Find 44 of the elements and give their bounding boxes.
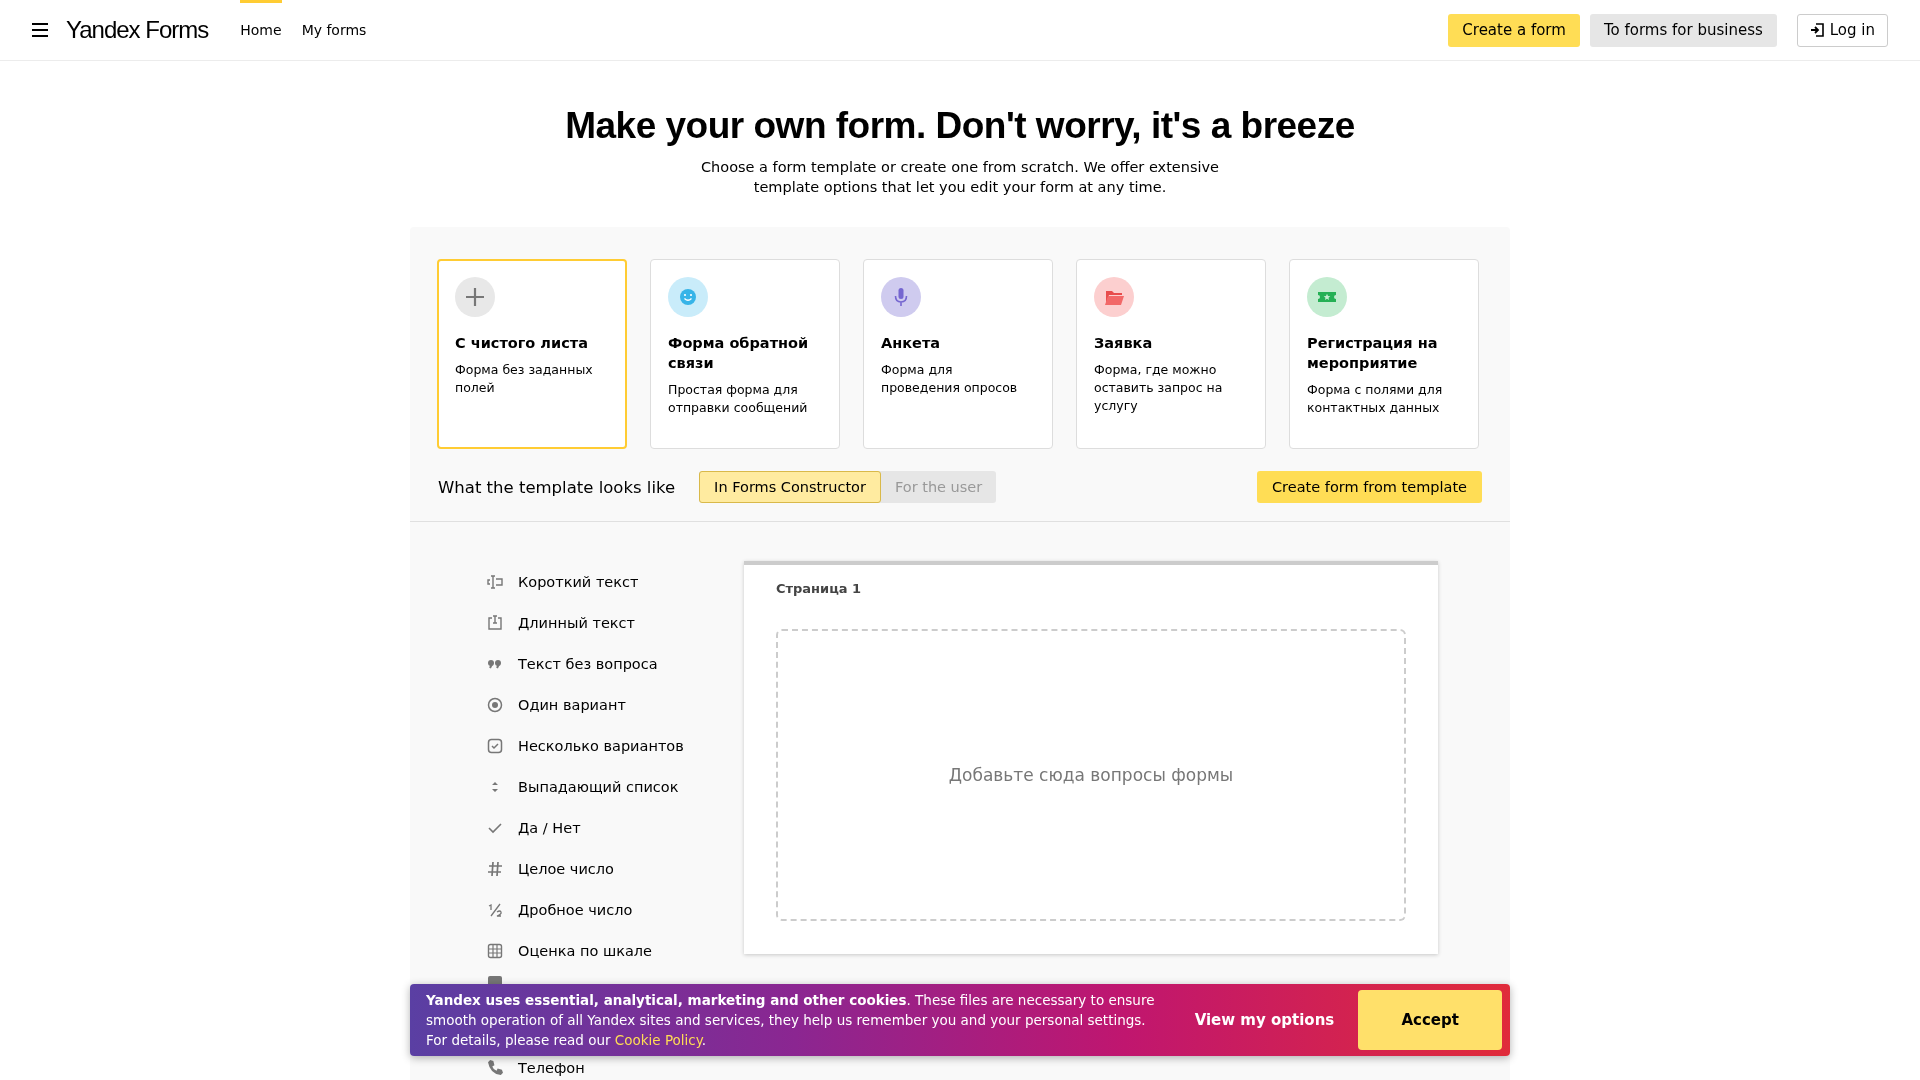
business-forms-button[interactable]: To forms for business xyxy=(1589,13,1777,47)
card-title: Форма обратной связи xyxy=(668,334,810,373)
question-type-item[interactable]: Оценка по шкале xyxy=(518,942,652,959)
card-description: Форма без заданных полей xyxy=(455,361,594,397)
page-title: Make your own form. Don't worry, it's a breeze xyxy=(565,105,1355,147)
card-title: С чистого листа xyxy=(455,334,589,353)
drop-zone[interactable]: Добавьте сюда вопросы формы xyxy=(775,629,1406,921)
card-description: Форма с полями для контактных данных xyxy=(1307,381,1444,417)
template-card[interactable]: Анкета Форма для проведения опросов xyxy=(863,259,1053,449)
question-type-item[interactable]: Дробное число xyxy=(518,901,633,918)
view-options-button[interactable]: View my options xyxy=(1170,1011,1359,1029)
template-card[interactable]: Форма обратной связи Простая форма для отправки сообщений xyxy=(650,259,840,449)
view-tab[interactable]: In Forms Constructor xyxy=(699,471,881,503)
create-form-button[interactable]: Create a form xyxy=(1448,13,1580,47)
question-type-item[interactable]: Да / Нет xyxy=(518,819,581,836)
cookie-notice: Yandex uses essential, analytical, marketing and other cookies. These files are necessary to ensure smooth operation of all Yandex sites and services, they help us remember you and your personal settings. For details, please read our Cookie Policy. xyxy=(426,991,1156,1050)
card-description: Форма для проведения опросов xyxy=(881,361,1019,397)
nav-tab[interactable]: My forms xyxy=(301,0,367,60)
logo[interactable]: Yandex Forms xyxy=(66,15,209,45)
question-type-item[interactable]: Короткий текст xyxy=(518,573,639,590)
template-card[interactable]: С чистого листа Форма без заданных полей xyxy=(437,259,627,449)
create-from-template-button[interactable]: Create form from template xyxy=(1257,471,1482,503)
nav-tab[interactable]: Home xyxy=(240,0,282,60)
drop-zone-hint: Добавьте сюда вопросы формы xyxy=(948,765,1234,785)
template-card[interactable]: Регистрация на мероприятие Форма с полями для контактных данных xyxy=(1289,259,1479,449)
question-type-item[interactable]: Один вариант xyxy=(518,696,626,713)
card-title: Анкета xyxy=(881,334,942,353)
question-type-item[interactable]: Выпадающий список xyxy=(518,778,679,795)
page-subtitle: Choose a form template or create one from scratch. We offer extensive template options that let you edit your form at any time. xyxy=(699,158,1221,197)
question-type-item[interactable]: Длинный текст xyxy=(518,614,635,631)
card-title: Регистрация на мероприятие xyxy=(1307,334,1439,373)
question-type-item[interactable]: Целое число xyxy=(518,860,614,877)
page-heading: Страница 1 xyxy=(775,581,863,596)
accept-button[interactable]: Accept xyxy=(1358,990,1502,1050)
question-type-item[interactable]: Текст без вопроса xyxy=(518,655,658,672)
cookie-policy-link[interactable]: Cookie Policy xyxy=(614,1032,702,1048)
card-description: Простая форма для отправки сообщений xyxy=(668,381,809,417)
question-type-item[interactable]: Несколько вариантов xyxy=(518,737,684,754)
preview-label: What the template looks like xyxy=(438,477,676,497)
template-card[interactable]: Заявка Форма, где можно оставить запрос на услугу xyxy=(1076,259,1266,449)
question-type-item[interactable]: Телефон xyxy=(518,1059,585,1076)
card-description: Форма, где можно оставить запрос на услугу xyxy=(1094,361,1224,415)
card-title: Заявка xyxy=(1094,334,1154,353)
login-button[interactable]: Log in xyxy=(1796,13,1888,47)
